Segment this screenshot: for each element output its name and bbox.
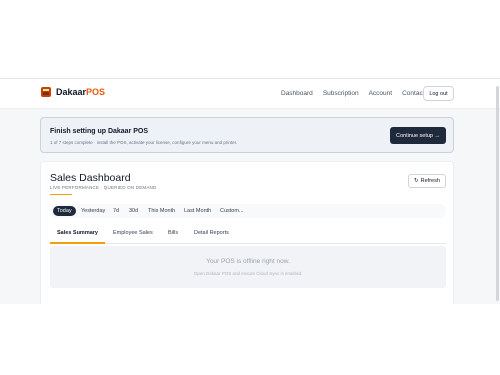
range-last-month[interactable]: Last Month [184,206,211,216]
range-custom[interactable]: Custom... [220,206,244,216]
top-navbar: DakaarPOS Dashboard Subscription Account… [0,79,500,109]
page-title: Sales Dashboard [50,172,131,184]
bottom-blank-area [0,304,500,375]
logo-text: DakaarPOS [56,87,105,97]
refresh-button[interactable]: ↻ Refresh [408,174,446,188]
date-range-selector: Today Yesterday 7d 30d This Month Last M… [50,204,446,218]
range-yesterday[interactable]: Yesterday [81,206,105,216]
continue-setup-button[interactable]: Continue setup → [390,127,446,144]
logo-icon [41,87,51,97]
setup-banner: Finish setting up Dakaar POS 1 of 7 step… [40,117,454,153]
nav-link-dashboard[interactable]: Dashboard [281,90,313,97]
tab-employee-sales[interactable]: Employee Sales [113,230,153,236]
offline-notice: Your POS is offline right now. Open Daka… [50,246,446,288]
setup-title: Finish setting up Dakaar POS [50,128,149,135]
refresh-label: Refresh [420,178,440,184]
offline-subtitle: Open Dakaar POS and ensure Cloud Sync is… [193,271,303,276]
title-accent-divider [50,194,72,195]
brand-logo[interactable]: DakaarPOS [41,87,105,97]
range-today[interactable]: Today [53,206,76,216]
tab-bills[interactable]: Bills [168,230,178,236]
refresh-icon: ↻ [414,178,419,184]
top-blank-area [0,0,500,78]
active-tab-indicator [50,242,105,244]
nav-link-account[interactable]: Account [369,90,393,97]
range-30d[interactable]: 30d [129,206,138,216]
report-tabs: Sales Summary Employee Sales Bills Detai… [50,228,446,244]
page-viewport: DakaarPOS Dashboard Subscription Account… [0,78,500,304]
tab-sales-summary[interactable]: Sales Summary [57,230,98,236]
nav-links: Dashboard Subscription Account Contact [281,90,425,97]
logo-accent: POS [86,87,106,97]
dashboard-subtitle: LIVE PERFORMANCE · QUERIED ON DEMAND [50,185,157,190]
range-this-month[interactable]: This Month [148,206,175,216]
logo-primary: Dakaar [56,87,87,97]
sales-dashboard-card: Sales Dashboard LIVE PERFORMANCE · QUERI… [40,161,454,304]
offline-title: Your POS is offline right now. [206,258,290,265]
page-scrollbar[interactable] [496,86,499,301]
nav-link-contact[interactable]: Contact [402,90,424,97]
range-7d[interactable]: 7d [113,206,119,216]
nav-link-subscription[interactable]: Subscription [323,90,359,97]
logout-button[interactable]: Log out [423,86,454,101]
setup-progress-text: 1 of 7 steps complete · install the POS,… [50,140,238,145]
tab-detail-reports[interactable]: Detail Reports [194,230,229,236]
